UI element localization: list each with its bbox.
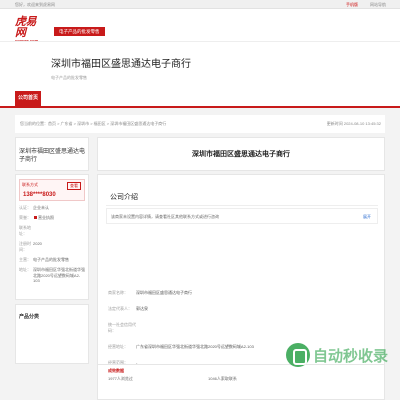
expand-link[interactable]: 展开 bbox=[363, 214, 371, 220]
page-title: 深圳市福田区盛思通达电子商行 bbox=[97, 137, 385, 171]
info-value: 深圳市福田区盛思通达电子商行 bbox=[136, 290, 192, 295]
info-row: 地址： 深圳市福田区华强北街道华强北路2020号远望数码城A2-103 bbox=[19, 267, 85, 284]
tab-home[interactable]: 公司首页 bbox=[15, 91, 41, 106]
site-nav-link[interactable]: 网站导航 bbox=[370, 2, 386, 8]
contact-card: 联系方式 查看 138****8030 认证： 企业未认 荣誉： 营业执照 联系地址… bbox=[15, 174, 89, 300]
row-value: 深圳市福田区华强北街道华强北路2020号远望数码城A2-103 bbox=[33, 267, 85, 283]
views-count: 1977人浏览过 bbox=[108, 376, 133, 381]
row-value: 电子产品的批发零售 bbox=[33, 257, 69, 262]
info-key: 商家名称： bbox=[108, 290, 128, 295]
info-row: 经营地址： 广东省深圳市福田区华强北街道华强北路2020号远望数码城A2-103 bbox=[108, 344, 254, 350]
honor-tags: 营业执照 bbox=[33, 215, 85, 221]
header-tagline: 电子产品的批发零售 bbox=[54, 27, 105, 36]
row-key: 荣誉： bbox=[19, 215, 31, 220]
info-value: 广东省深圳市福田区华强北街道华强北路2020号远望数码城A2-103 bbox=[136, 344, 254, 349]
company-name: 深圳市福田区盛思通达电子商行 bbox=[51, 59, 191, 70]
info-row: 荣誉： 营业执照 bbox=[19, 215, 85, 221]
contact-requests-count: 1046人索取联系 bbox=[208, 376, 237, 381]
site-logo[interactable]: 虎易网 coovee.com bbox=[15, 16, 45, 43]
sidebar: 深圳市福田区盛思通达电子商行 联系方式 查看 138****8030 认证： 企业… bbox=[15, 137, 89, 364]
top-links: 手机版 网站导航 bbox=[346, 2, 386, 8]
info-key: 经营地址： bbox=[108, 344, 128, 349]
row-key: 地址： bbox=[19, 267, 31, 272]
sidebar-company-name: 深圳市福田区盛思通达电子商行 bbox=[15, 137, 89, 171]
row-value: 企业未认 bbox=[33, 205, 49, 210]
top-bar: 您好，欢迎来到虎易网 手机版 网站导航 bbox=[0, 0, 400, 9]
row-key: 认证： bbox=[19, 205, 31, 210]
contact-label: 联系方式 bbox=[22, 182, 38, 187]
intro-desc-box: 该商家未设置内容详情，请查看社区其他联系方式或进行咨询 展开 bbox=[106, 208, 378, 224]
company-subtitle: 电子产品的批发零售 bbox=[51, 75, 87, 80]
intro-title: 公司介绍 bbox=[110, 194, 138, 201]
company-header: 深圳市福田区盛思通达电子商行 电子产品的批发零售 bbox=[0, 41, 400, 91]
info-row: 认证： 企业未认 bbox=[19, 205, 85, 211]
license-label: 营业执照 bbox=[38, 215, 54, 220]
info-row: 统一社会信用代码： bbox=[108, 322, 254, 334]
row-key: 主营： bbox=[19, 257, 31, 262]
phone-box: 联系方式 查看 138****8030 bbox=[19, 179, 85, 201]
main-nav: 公司首页 bbox=[0, 91, 400, 108]
info-row: 注册时间： 2020 bbox=[19, 241, 85, 253]
breadcrumb-path[interactable]: 您当前的位置：首页 > 广东省 > 深圳市 > 福田区 > 深圳市福田区盛思通达… bbox=[20, 121, 166, 127]
welcome-text: 您好，欢迎来到虎易网 bbox=[15, 2, 55, 7]
row-key: 注册时间： bbox=[19, 241, 31, 252]
products-title: 产品分类 bbox=[19, 314, 40, 320]
license-tag: 营业执照 bbox=[33, 215, 55, 221]
watermark: 自动秒收录 bbox=[286, 341, 389, 371]
info-key: 统一社会信用代码： bbox=[108, 322, 136, 333]
site-header: 虎易网 coovee.com 电子产品的批发零售 bbox=[0, 9, 400, 43]
row-key: 联系地址： bbox=[19, 225, 31, 236]
divider bbox=[106, 205, 378, 206]
stats-title: 成效数据 bbox=[108, 368, 124, 373]
info-row: 联系地址： bbox=[19, 225, 85, 237]
mobile-link[interactable]: 手机版 bbox=[346, 2, 358, 8]
breadcrumb: 您当前的位置：首页 > 广东省 > 深圳市 > 福田区 > 深圳市福田区盛思通达… bbox=[15, 115, 385, 133]
info-row: 主营： 电子产品的批发零售 bbox=[19, 257, 85, 263]
info-value: 郭达泉 bbox=[136, 306, 148, 311]
info-row: 法定代表人： 郭达泉 bbox=[108, 306, 254, 312]
view-phone-button[interactable]: 查看 bbox=[67, 182, 81, 190]
product-categories: 产品分类 bbox=[15, 304, 89, 364]
watermark-icon bbox=[286, 343, 310, 367]
watermark-text: 自动秒收录 bbox=[313, 348, 389, 365]
info-row: 商家名称： 深圳市福田区盛思通达电子商行 bbox=[108, 290, 254, 296]
info-key: 法定代表人： bbox=[108, 306, 132, 311]
row-value bbox=[33, 225, 85, 237]
logo-text: 虎易网 bbox=[15, 15, 37, 39]
intro-desc: 该商家未设置内容详情，请查看社区其他联系方式或进行咨询 bbox=[111, 214, 219, 219]
license-icon bbox=[34, 216, 37, 220]
row-value: 2020 bbox=[33, 241, 42, 246]
phone-number: 138****8030 bbox=[23, 192, 56, 198]
updated-time: 更新时间 2024-08-10 13:45:32 bbox=[326, 121, 381, 126]
